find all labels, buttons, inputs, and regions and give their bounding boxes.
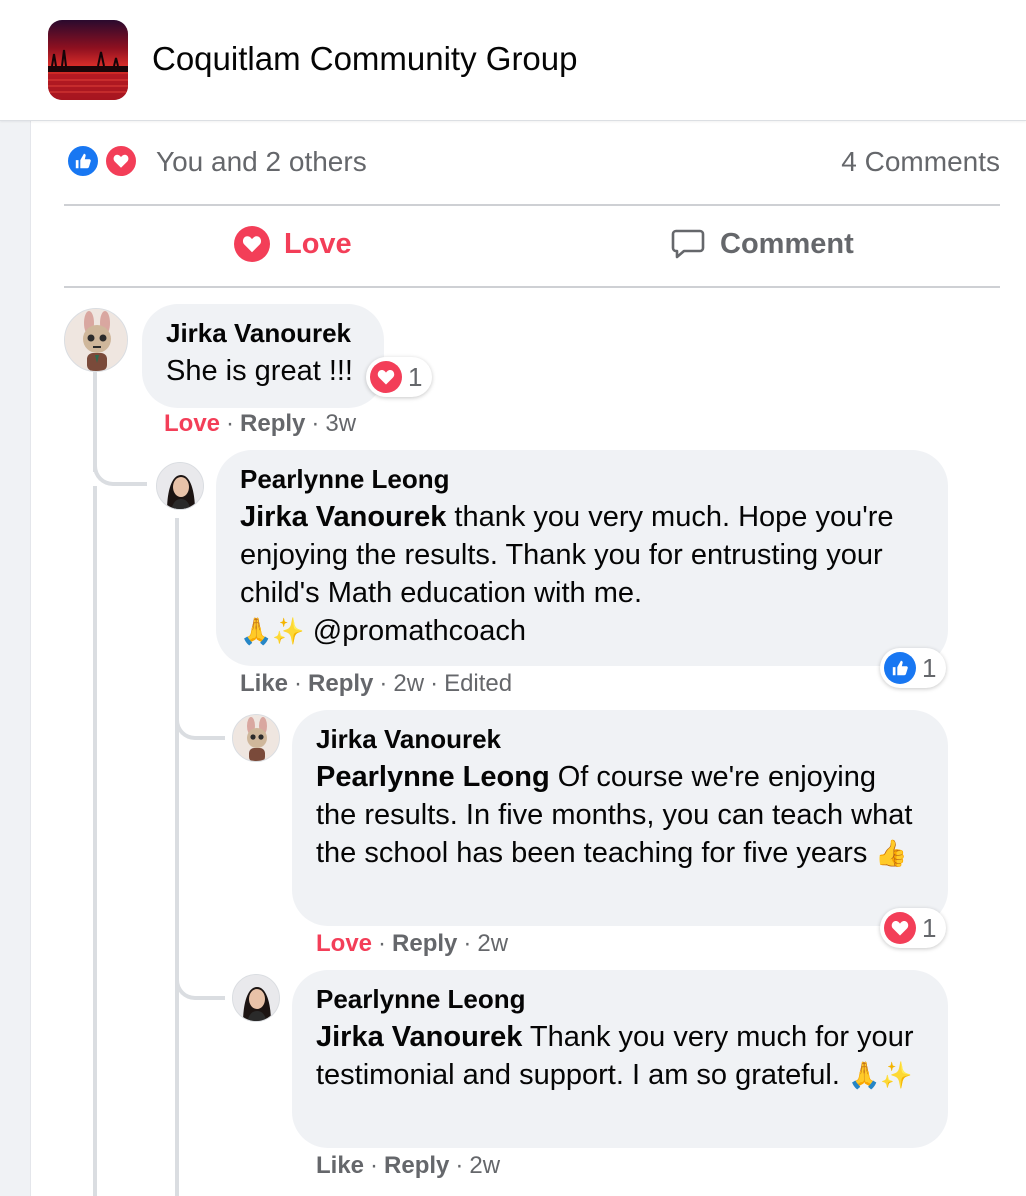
- comment-bubble: Jirka Vanourek She is great !!!: [142, 304, 384, 408]
- comment-author[interactable]: Pearlynne Leong: [240, 464, 924, 494]
- reaction-count-pill[interactable]: 1: [880, 648, 947, 688]
- reaction-count: 1: [408, 361, 423, 392]
- comment-text: Jirka Vanourek Thank you very much for y…: [316, 1018, 924, 1095]
- reactions-summary[interactable]: You and 2 others 4 Comments: [64, 140, 1000, 186]
- comment-time[interactable]: 2w: [477, 930, 508, 957]
- avatar[interactable]: [232, 714, 280, 762]
- reply-link[interactable]: Reply: [392, 930, 457, 957]
- mention-link[interactable]: Jirka Vanourek: [316, 1021, 522, 1053]
- divider: [64, 286, 1000, 288]
- like-reaction-link[interactable]: Like: [316, 1152, 364, 1179]
- comment-text: She is great !!!: [166, 352, 360, 390]
- comment-meta: Love · Reply · 3w: [164, 410, 357, 437]
- like-icon: [66, 144, 100, 178]
- group-title[interactable]: Coquitlam Community Group: [152, 40, 578, 78]
- reaction-count: 1: [922, 652, 937, 683]
- reply-link[interactable]: Reply: [240, 410, 305, 437]
- reaction-count-pill[interactable]: 1: [880, 908, 947, 948]
- love-button[interactable]: Love: [234, 226, 352, 262]
- heart-icon: [234, 226, 270, 262]
- reply-link[interactable]: Reply: [308, 670, 373, 697]
- comment-bubble: Pearlynne Leong Jirka Vanourek thank you…: [216, 450, 948, 666]
- reply-link[interactable]: Reply: [384, 1152, 449, 1179]
- action-bar: Love Comment: [64, 206, 1000, 286]
- comment-button-label: Comment: [720, 227, 854, 260]
- love-reaction-link[interactable]: Love: [164, 410, 220, 437]
- comment-text: Pearlynne Leong Of course we're enjoying…: [316, 758, 924, 873]
- emoji: 👍: [875, 839, 908, 869]
- mention-link[interactable]: Jirka Vanourek: [240, 501, 446, 533]
- comments-count[interactable]: 4 Comments: [841, 146, 1000, 178]
- group-avatar[interactable]: [48, 20, 128, 100]
- comment-meta: Like · Reply · 2w: [316, 1152, 501, 1179]
- comment-text: Jirka Vanourek thank you very much. Hope…: [240, 498, 924, 651]
- edited-label[interactable]: Edited: [444, 670, 512, 697]
- avatar[interactable]: [156, 462, 204, 510]
- comment-time[interactable]: 2w: [469, 1152, 500, 1179]
- comment-time[interactable]: 3w: [325, 410, 356, 437]
- emoji: 🙏✨: [240, 617, 305, 647]
- thread-line: [175, 518, 179, 1196]
- reaction-count: 1: [922, 912, 937, 943]
- thread-line: [93, 486, 97, 1196]
- comment-icon: [670, 226, 706, 262]
- thread-connector: [175, 960, 225, 1000]
- comment-body: She is great !!!: [166, 355, 353, 387]
- thread-connector: [93, 440, 147, 486]
- comment-meta: Love · Reply · 2w: [316, 930, 509, 957]
- like-reaction-link[interactable]: Like: [240, 670, 288, 697]
- reactions-text[interactable]: You and 2 others: [156, 146, 367, 178]
- avatar[interactable]: [64, 308, 128, 372]
- comment-button[interactable]: Comment: [670, 226, 854, 262]
- love-button-label: Love: [284, 227, 352, 260]
- comment-author[interactable]: Pearlynne Leong: [316, 984, 924, 1014]
- heart-icon: [104, 144, 138, 178]
- heart-icon: [370, 361, 402, 393]
- mention-link[interactable]: Pearlynne Leong: [316, 761, 550, 793]
- comment-author[interactable]: Jirka Vanourek: [316, 724, 924, 754]
- comment-author[interactable]: Jirka Vanourek: [166, 318, 360, 348]
- comment-time[interactable]: 2w: [393, 670, 424, 697]
- comment-meta: Like · Reply · 2w · Edited: [240, 670, 513, 697]
- heart-icon: [884, 912, 916, 944]
- group-header: Coquitlam Community Group: [0, 0, 1026, 121]
- reaction-count-pill[interactable]: 1: [366, 357, 433, 397]
- love-reaction-link[interactable]: Love: [316, 930, 372, 957]
- avatar[interactable]: [232, 974, 280, 1022]
- comment-bubble: Jirka Vanourek Pearlynne Leong Of course…: [292, 710, 948, 926]
- comment-bubble: Pearlynne Leong Jirka Vanourek Thank you…: [292, 970, 948, 1148]
- left-gutter: [0, 121, 31, 1196]
- handle-text: @promathcoach: [304, 615, 527, 647]
- like-icon: [884, 652, 916, 684]
- thread-connector: [175, 700, 225, 740]
- emoji: 🙏✨: [847, 1061, 913, 1091]
